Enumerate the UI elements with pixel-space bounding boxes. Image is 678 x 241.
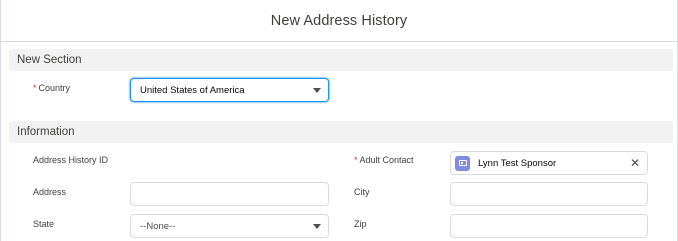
contact-card-icon <box>455 155 470 171</box>
state-label: State <box>33 219 55 229</box>
country-select-value: United States of America <box>140 84 245 96</box>
close-icon[interactable]: ✕ <box>630 156 640 170</box>
zip-label: Zip <box>354 219 367 229</box>
state-select[interactable]: --None-- <box>130 214 329 238</box>
chevron-down-icon <box>313 88 321 93</box>
section-title: Information <box>17 126 75 138</box>
zip-input[interactable] <box>450 214 648 238</box>
address-history-id-label: Address History ID <box>33 155 109 165</box>
address-input[interactable] <box>130 182 329 206</box>
modal-title: New Address History <box>270 12 408 29</box>
country-select[interactable]: United States of America <box>130 78 329 102</box>
required-indicator: * <box>33 83 37 93</box>
section-header-information[interactable]: Information <box>9 121 673 143</box>
address-label: Address <box>33 187 67 197</box>
city-label: City <box>354 187 370 197</box>
section-header-new-section[interactable]: New Section <box>9 49 673 71</box>
country-label: * Country <box>33 83 71 93</box>
city-input[interactable] <box>450 182 648 206</box>
adult-contact-lookup[interactable]: Lynn Test Sponsor ✕ <box>450 151 648 175</box>
modal-header: New Address History <box>1 0 677 42</box>
required-indicator: * <box>354 155 358 165</box>
adult-contact-label: * Adult Contact <box>354 155 414 165</box>
chevron-down-icon <box>313 224 321 229</box>
state-select-value: --None-- <box>140 220 176 232</box>
new-address-history-modal: New Address History New Section * Country… <box>0 0 678 241</box>
section-title: New Section <box>17 54 82 66</box>
adult-contact-value: Lynn Test Sponsor <box>478 157 557 169</box>
